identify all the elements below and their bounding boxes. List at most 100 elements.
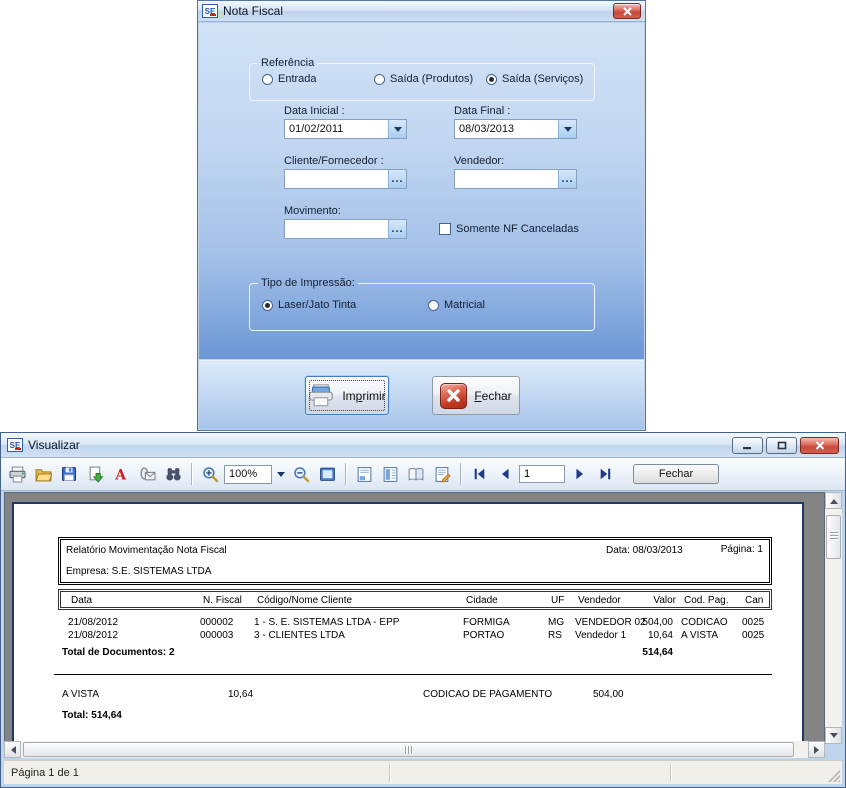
radio-saida-produtos[interactable]: Saída (Produtos) <box>374 73 486 85</box>
book-icon <box>407 466 425 483</box>
next-page-icon <box>572 467 587 481</box>
vendedor-label: Vendedor: <box>454 155 504 167</box>
next-page-button[interactable] <box>567 462 591 486</box>
data-final-value: 08/03/2013 <box>455 120 558 138</box>
preview-area[interactable]: Relatório Movimentação Nota Fiscal Data:… <box>4 492 825 744</box>
dialog-button-panel: Imprimir Fechar <box>199 360 644 429</box>
whole-page-button[interactable] <box>315 462 339 486</box>
pdf-button[interactable]: A <box>109 462 133 486</box>
somente-nf-checkbox[interactable]: Somente NF Canceladas <box>439 223 579 235</box>
imprimir-button[interactable]: Imprimir <box>305 376 389 415</box>
close-icon[interactable] <box>800 437 839 454</box>
zoom-level-display[interactable]: 100% <box>224 465 272 484</box>
vertical-scroll-thumb[interactable] <box>826 515 841 559</box>
visualizar-title: Visualizar <box>28 438 80 452</box>
scroll-left-icon[interactable] <box>4 741 21 758</box>
movimento-value[interactable] <box>285 220 388 238</box>
report-title: Relatório Movimentação Nota Fiscal <box>66 545 227 556</box>
page-footer-view-button[interactable] <box>352 462 376 486</box>
minimize-icon[interactable] <box>732 437 763 454</box>
data-inicial-label: Data Inicial : <box>284 105 345 117</box>
somente-nf-checkbox-box[interactable] <box>439 223 451 235</box>
thumbnails-icon <box>382 466 399 483</box>
radio-laser[interactable]: Laser/Jato Tinta <box>262 299 428 311</box>
data-final-label: Data Final : <box>454 105 510 117</box>
preview-toolbar: A 100% <box>1 458 845 491</box>
vendedor-field[interactable]: ... <box>454 169 577 189</box>
scroll-right-icon[interactable] <box>808 741 825 758</box>
close-icon[interactable] <box>613 3 641 19</box>
whole-page-icon <box>319 466 336 483</box>
data-inicial-combo[interactable]: 01/02/2011 <box>284 119 407 139</box>
data-inicial-value: 01/02/2011 <box>285 120 388 138</box>
dialog-title: Nota Fiscal <box>223 4 283 18</box>
report-page: Relatório Movimentação Nota Fiscal Data:… <box>12 502 804 744</box>
data-inicial-dropdown-icon[interactable] <box>388 120 406 138</box>
radio-saida-servicos[interactable]: Saída (Serviços) <box>486 73 583 85</box>
first-page-button[interactable] <box>467 462 491 486</box>
find-button[interactable] <box>161 462 185 486</box>
cliente-value[interactable] <box>285 170 388 188</box>
zoom-out-icon <box>293 466 310 483</box>
nota-fiscal-titlebar[interactable]: SE Nota Fiscal <box>198 1 645 22</box>
zoom-in-icon <box>202 466 219 483</box>
maximize-icon[interactable] <box>766 437 797 454</box>
report-date: Data: 08/03/2013 <box>606 545 683 556</box>
cliente-lookup-button[interactable]: ... <box>388 170 406 188</box>
scroll-up-icon[interactable] <box>825 492 842 509</box>
radio-saida-servicos-dot[interactable] <box>486 74 497 85</box>
referencia-legend: Referência <box>258 57 317 69</box>
email-button[interactable] <box>135 462 159 486</box>
report-row: 21/08/2012 000003 3 - CLIENTES LTDA PORT… <box>58 630 772 642</box>
radio-matricial-dot[interactable] <box>428 300 439 311</box>
vertical-scrollbar[interactable] <box>825 492 842 744</box>
vendedor-lookup-button[interactable]: ... <box>558 170 576 188</box>
toolbar-fechar-button[interactable]: Fechar <box>633 464 719 484</box>
save-button[interactable] <box>57 462 81 486</box>
thumbnails-view-button[interactable] <box>378 462 402 486</box>
visualizar-titlebar[interactable]: SE Visualizar <box>1 433 845 458</box>
horizontal-scrollbar[interactable] <box>4 741 825 758</box>
data-final-dropdown-icon[interactable] <box>558 120 576 138</box>
scroll-down-icon[interactable] <box>825 727 842 744</box>
vendedor-value[interactable] <box>455 170 558 188</box>
radio-laser-dot[interactable] <box>262 300 273 311</box>
report-row: 21/08/2012 000002 1 - S. E. SISTEMAS LTD… <box>58 617 772 629</box>
report-divider <box>54 674 772 675</box>
radio-saida-produtos-dot[interactable] <box>374 74 385 85</box>
export-button[interactable] <box>83 462 107 486</box>
open-folder-icon <box>35 466 52 483</box>
cliente-field[interactable]: ... <box>284 169 407 189</box>
zoom-dropdown-icon[interactable] <box>274 465 287 484</box>
movimento-label: Movimento: <box>284 205 341 217</box>
visualizar-window: SE Visualizar <box>0 432 846 788</box>
page-setup-button[interactable] <box>404 462 428 486</box>
movimento-field[interactable]: ... <box>284 219 407 239</box>
mail-attach-icon <box>139 466 156 483</box>
last-page-button[interactable] <box>593 462 617 486</box>
horizontal-scroll-track[interactable] <box>21 741 808 758</box>
edit-page-button[interactable] <box>430 462 454 486</box>
page-number-input[interactable] <box>519 465 565 483</box>
horizontal-scroll-thumb[interactable] <box>23 742 794 757</box>
fechar-label: Fechar <box>474 389 511 403</box>
zoom-in-button[interactable] <box>198 462 222 486</box>
radio-entrada-dot[interactable] <box>262 74 273 85</box>
printer-icon <box>9 466 26 483</box>
resize-grip[interactable] <box>828 770 840 782</box>
open-button[interactable] <box>31 462 55 486</box>
vertical-scroll-track[interactable] <box>825 509 842 727</box>
radio-entrada[interactable]: Entrada <box>262 73 374 85</box>
status-page-info: Página 1 de 1 <box>4 761 389 784</box>
edit-page-icon <box>434 466 451 483</box>
tipo-impressao-legend: Tipo de Impressão: <box>258 277 358 289</box>
fechar-button[interactable]: Fechar <box>432 376 520 415</box>
print-button[interactable] <box>5 462 29 486</box>
data-final-combo[interactable]: 08/03/2013 <box>454 119 577 139</box>
radio-matricial[interactable]: Matricial <box>428 299 485 311</box>
previous-page-button[interactable] <box>493 462 517 486</box>
status-bar: Página 1 de 1 <box>4 760 842 784</box>
movimento-lookup-button[interactable]: ... <box>388 220 406 238</box>
zoom-out-button[interactable] <box>289 462 313 486</box>
red-x-icon <box>440 383 467 409</box>
